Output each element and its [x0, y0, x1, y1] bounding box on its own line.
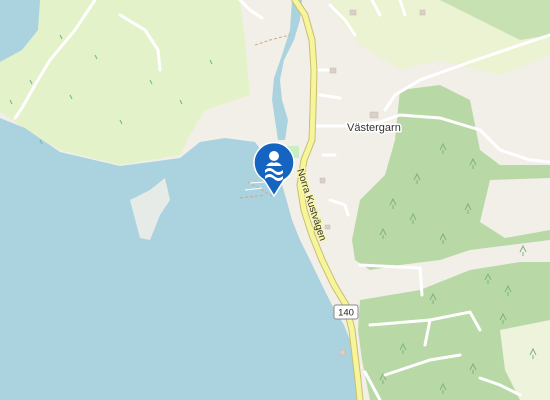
map-canvas: Västergarn Norra Kustvägen 140 [0, 0, 550, 400]
map-view[interactable]: Västergarn Norra Kustvägen 140 [0, 0, 550, 400]
place-label: Västergarn [347, 122, 401, 134]
svg-text:140: 140 [338, 308, 354, 319]
road-shield-140: 140 [333, 304, 359, 320]
